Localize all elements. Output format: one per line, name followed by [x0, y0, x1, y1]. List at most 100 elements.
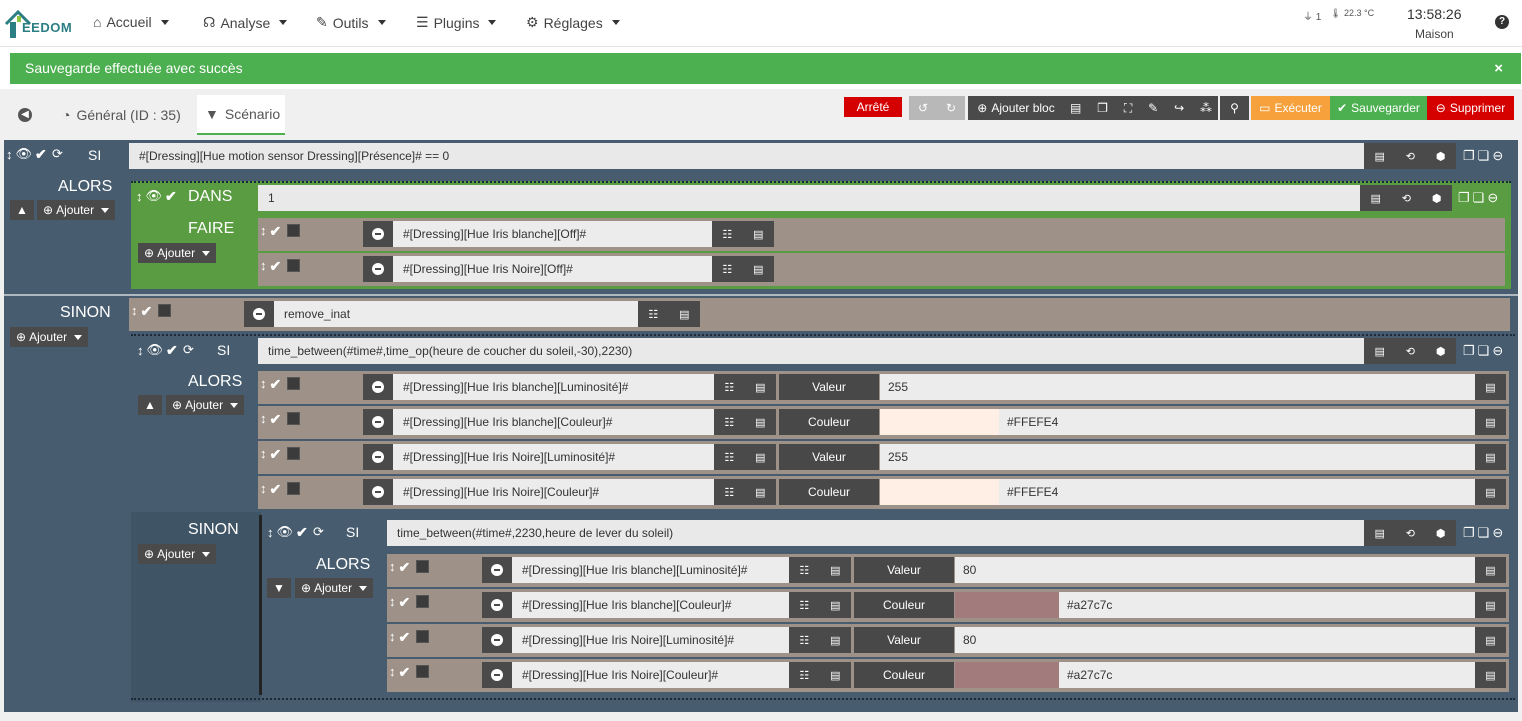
- move-icon[interactable]: ↕: [260, 258, 267, 273]
- edit-icon[interactable]: ✎: [1148, 101, 1158, 115]
- color-picker[interactable]: [955, 662, 1059, 688]
- move-icon[interactable]: ↕: [389, 664, 396, 679]
- command-input[interactable]: remove_inat: [274, 301, 638, 327]
- tasks-icon[interactable]: ☷: [724, 381, 734, 394]
- checkbox[interactable]: [415, 630, 429, 643]
- command-input[interactable]: #[Dressing][Hue Iris blanche][Luminosité…: [512, 557, 789, 583]
- remove-action-button[interactable]: [482, 627, 512, 653]
- value-input[interactable]: 255: [880, 444, 1475, 470]
- add-dropdown[interactable]: ⊕ Ajouter: [166, 395, 245, 415]
- color-picker[interactable]: [955, 592, 1059, 618]
- refresh-icon[interactable]: ⟳: [183, 342, 194, 358]
- cube-icon[interactable]: ⬢: [1436, 345, 1446, 358]
- move-icon[interactable]: ↕: [267, 525, 274, 540]
- list-alt-icon[interactable]: ▤: [1374, 527, 1384, 540]
- tasks-icon[interactable]: ☷: [799, 634, 809, 647]
- option-button[interactable]: ▤: [1475, 479, 1506, 505]
- tasks-icon[interactable]: ☷: [799, 669, 809, 682]
- tasks-icon[interactable]: ☷: [799, 564, 809, 577]
- move-icon[interactable]: ↕: [6, 147, 13, 162]
- check-icon[interactable]: ✔: [270, 377, 284, 391]
- tasks-icon[interactable]: ☷: [722, 263, 732, 276]
- add-block-button[interactable]: ⊕ Ajouter bloc: [968, 96, 1064, 120]
- add-dropdown[interactable]: ⊕ Ajouter: [10, 327, 89, 347]
- search-button[interactable]: ⚲: [1220, 96, 1249, 120]
- move-icon[interactable]: ↕: [136, 189, 143, 204]
- back-button[interactable]: ◀: [18, 95, 32, 135]
- checkbox[interactable]: [415, 560, 429, 573]
- list-alt-icon[interactable]: ▤: [753, 263, 763, 276]
- checkbox[interactable]: [157, 304, 171, 317]
- share-icon[interactable]: ↪: [1174, 101, 1184, 115]
- list-alt-icon[interactable]: ▤: [1370, 192, 1380, 205]
- checkbox[interactable]: [286, 482, 300, 495]
- history-icon[interactable]: ⟲: [1406, 527, 1415, 540]
- color-value-input[interactable]: #FFEFE4: [999, 479, 1475, 505]
- eye-icon[interactable]: 👁: [277, 524, 294, 540]
- paste-icon[interactable]: ❏: [1478, 525, 1490, 541]
- move-icon[interactable]: ↕: [260, 411, 267, 426]
- list-alt-icon[interactable]: ▤: [755, 486, 765, 499]
- if-condition-input[interactable]: time_between(#time#,time_op(heure de cou…: [258, 338, 1364, 364]
- list-alt-icon[interactable]: ▤: [830, 599, 840, 612]
- remove-icon[interactable]: ⊖: [1487, 190, 1498, 206]
- redo-button[interactable]: ↻: [937, 96, 965, 120]
- move-icon[interactable]: ↕: [260, 481, 267, 496]
- file-icon[interactable]: ▤: [1070, 101, 1081, 115]
- add-dropdown[interactable]: ⊕ Ajouter: [138, 243, 217, 263]
- tasks-icon[interactable]: ☷: [724, 416, 734, 429]
- add-dropdown[interactable]: ⊕ Ajouter: [138, 544, 217, 564]
- expand-button[interactable]: ▼: [267, 578, 291, 598]
- if-condition-input[interactable]: #[Dressing][Hue motion sensor Dressing][…: [129, 143, 1364, 169]
- check-icon[interactable]: ✔: [166, 343, 180, 357]
- copy-icon[interactable]: ❐: [1463, 148, 1475, 164]
- cubes-icon[interactable]: ⁂: [1200, 101, 1212, 115]
- copy-icon[interactable]: ❐: [1458, 190, 1470, 206]
- move-icon[interactable]: ↕: [131, 303, 138, 318]
- cube-icon[interactable]: ⬢: [1436, 150, 1446, 163]
- history-icon[interactable]: ⟲: [1406, 345, 1415, 358]
- option-button[interactable]: ▤: [1475, 444, 1506, 470]
- delete-button[interactable]: ⊖ Supprimer: [1427, 96, 1514, 120]
- check-icon[interactable]: ✔: [270, 224, 284, 238]
- move-icon[interactable]: ↕: [260, 223, 267, 238]
- collapse-button[interactable]: ▲: [10, 200, 34, 220]
- list-alt-icon[interactable]: ▤: [830, 564, 840, 577]
- option-button[interactable]: ▤: [1475, 627, 1506, 653]
- refresh-icon[interactable]: ⟳: [313, 524, 324, 540]
- command-input[interactable]: #[Dressing][Hue Iris blanche][Couleur]#: [393, 409, 714, 435]
- copy-icon[interactable]: ❐: [1097, 101, 1108, 115]
- help-icon[interactable]: ?: [1495, 15, 1509, 29]
- history-icon[interactable]: ⟲: [1406, 150, 1415, 163]
- nav-plugins[interactable]: ☰ Plugins: [416, 14, 497, 31]
- option-button[interactable]: ▤: [1475, 557, 1506, 583]
- check-icon[interactable]: ✔: [141, 304, 155, 318]
- command-input[interactable]: #[Dressing][Hue Iris blanche][Off]#: [393, 221, 712, 247]
- tasks-icon[interactable]: ☷: [799, 599, 809, 612]
- remove-action-button[interactable]: [363, 221, 393, 247]
- list-alt-icon[interactable]: ▤: [755, 451, 765, 464]
- paste-icon[interactable]: ❏: [1478, 343, 1490, 359]
- execute-button[interactable]: ▭ Exécuter: [1251, 96, 1330, 120]
- checkbox[interactable]: [286, 447, 300, 460]
- color-picker[interactable]: [880, 409, 999, 435]
- option-button[interactable]: ▤: [1475, 374, 1506, 400]
- collapse-button[interactable]: ▲: [138, 395, 162, 415]
- check-icon[interactable]: ✔: [270, 259, 284, 273]
- copy-icon[interactable]: ❐: [1463, 525, 1475, 541]
- command-input[interactable]: #[Dressing][Hue Iris Noire][Off]#: [393, 256, 712, 282]
- color-value-input[interactable]: #a27c7c: [1059, 592, 1475, 618]
- remove-action-button[interactable]: [244, 301, 274, 327]
- save-button[interactable]: ✔ Sauvegarder: [1330, 96, 1427, 120]
- check-icon[interactable]: ✔: [399, 665, 413, 679]
- list-alt-icon[interactable]: ▤: [1374, 345, 1384, 358]
- remove-action-button[interactable]: [363, 479, 393, 505]
- list-alt-icon[interactable]: ▤: [679, 308, 689, 321]
- eye-icon[interactable]: 👁: [146, 188, 163, 204]
- refresh-icon[interactable]: ⟳: [52, 146, 63, 162]
- check-icon[interactable]: ✔: [399, 630, 413, 644]
- move-icon[interactable]: ↕: [389, 629, 396, 644]
- paste-icon[interactable]: ❏: [1478, 148, 1490, 164]
- list-alt-icon[interactable]: ▤: [830, 634, 840, 647]
- move-icon[interactable]: ↕: [137, 343, 144, 358]
